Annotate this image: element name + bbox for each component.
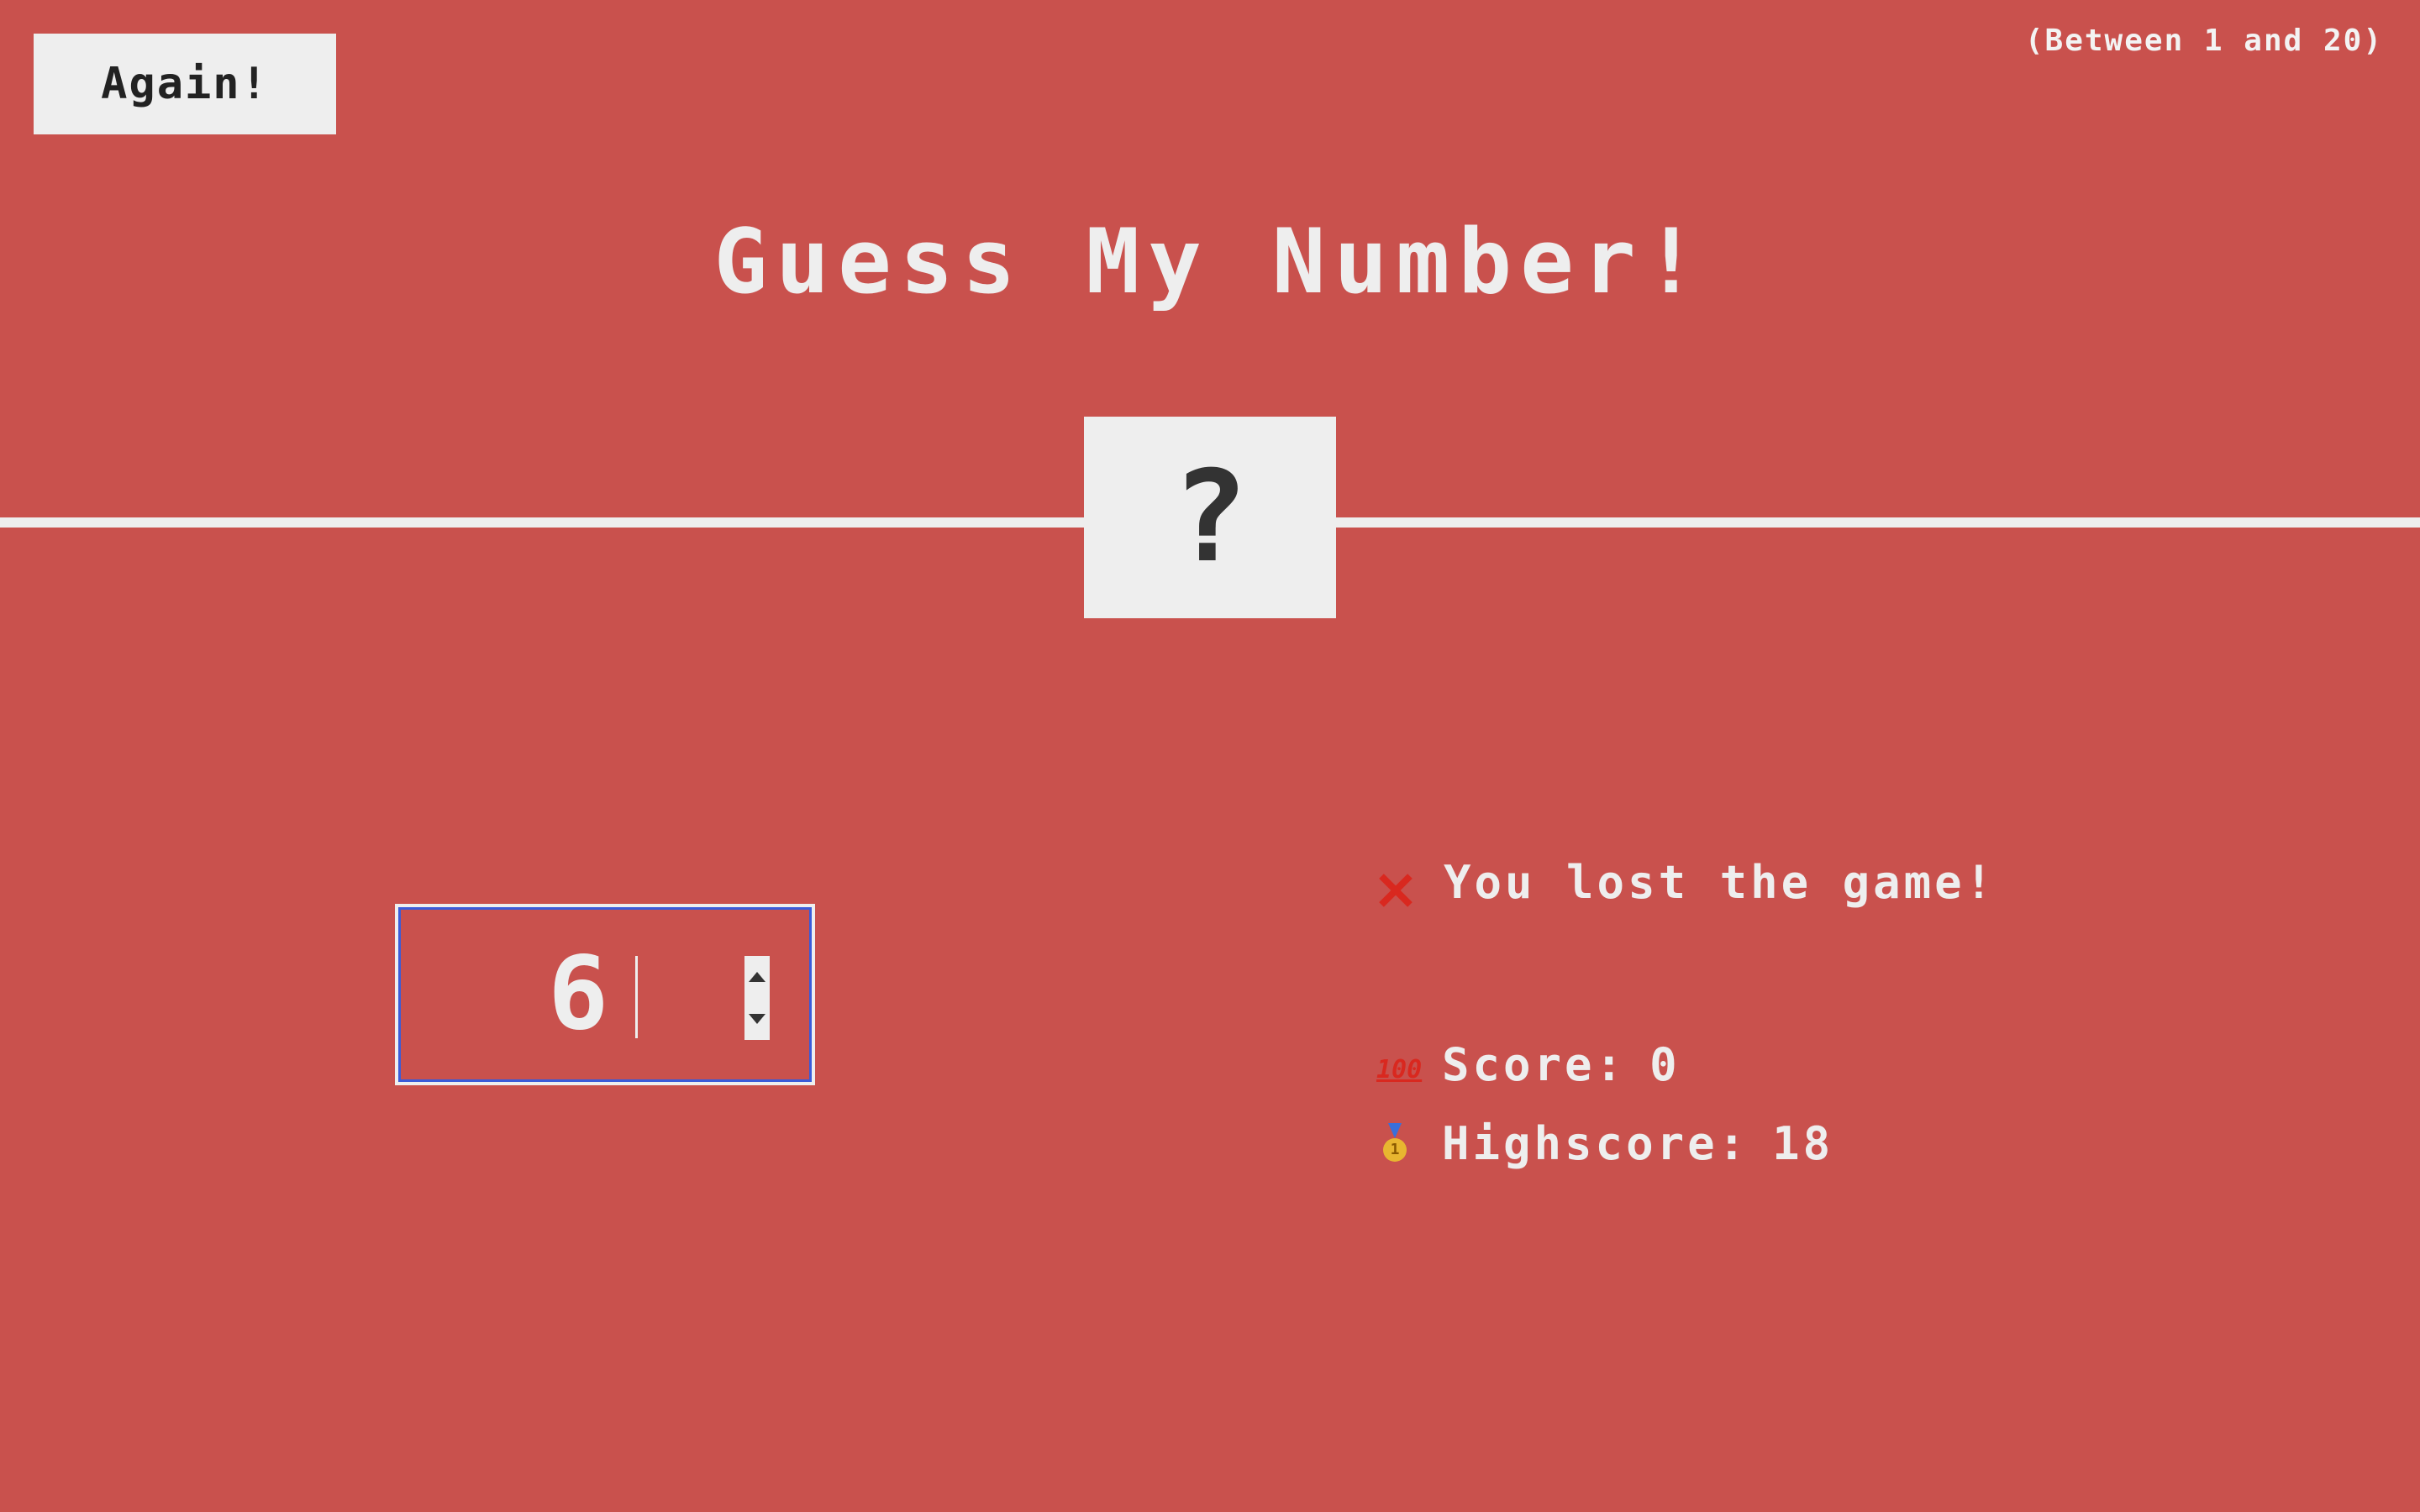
text-caret (635, 956, 638, 1038)
status-message: You lost the game! (1444, 855, 1996, 909)
stepper-up-icon[interactable] (749, 972, 765, 982)
number-stepper[interactable] (744, 956, 770, 1040)
highscore-value: 18 (1772, 1117, 1834, 1170)
secret-number: ? (1171, 444, 1249, 591)
medal-icon: 1 (1376, 1122, 1413, 1165)
highscore-row: 1 Highscore: 18 (1376, 1117, 1833, 1170)
guess-value[interactable]: 6 (548, 937, 608, 1052)
highscore-label: Highscore: (1442, 1117, 1749, 1170)
page-title: Guess My Number! (713, 210, 1707, 313)
hundred-points-icon: 100 (1376, 1054, 1423, 1084)
score-label: Score: (1442, 1038, 1627, 1091)
status-message-row: You lost the game! (1375, 853, 1996, 911)
stepper-down-icon[interactable] (749, 1014, 765, 1024)
score-row: 100 Score: 0 (1376, 1038, 1681, 1091)
range-hint: (Between 1 and 20) (2024, 24, 2383, 58)
again-button[interactable]: Again! (34, 34, 336, 134)
secret-number-box: ? (1084, 417, 1336, 618)
guess-input[interactable]: 6 (395, 904, 815, 1085)
cross-mark-icon (1375, 870, 1415, 911)
score-value: 0 (1649, 1038, 1681, 1091)
